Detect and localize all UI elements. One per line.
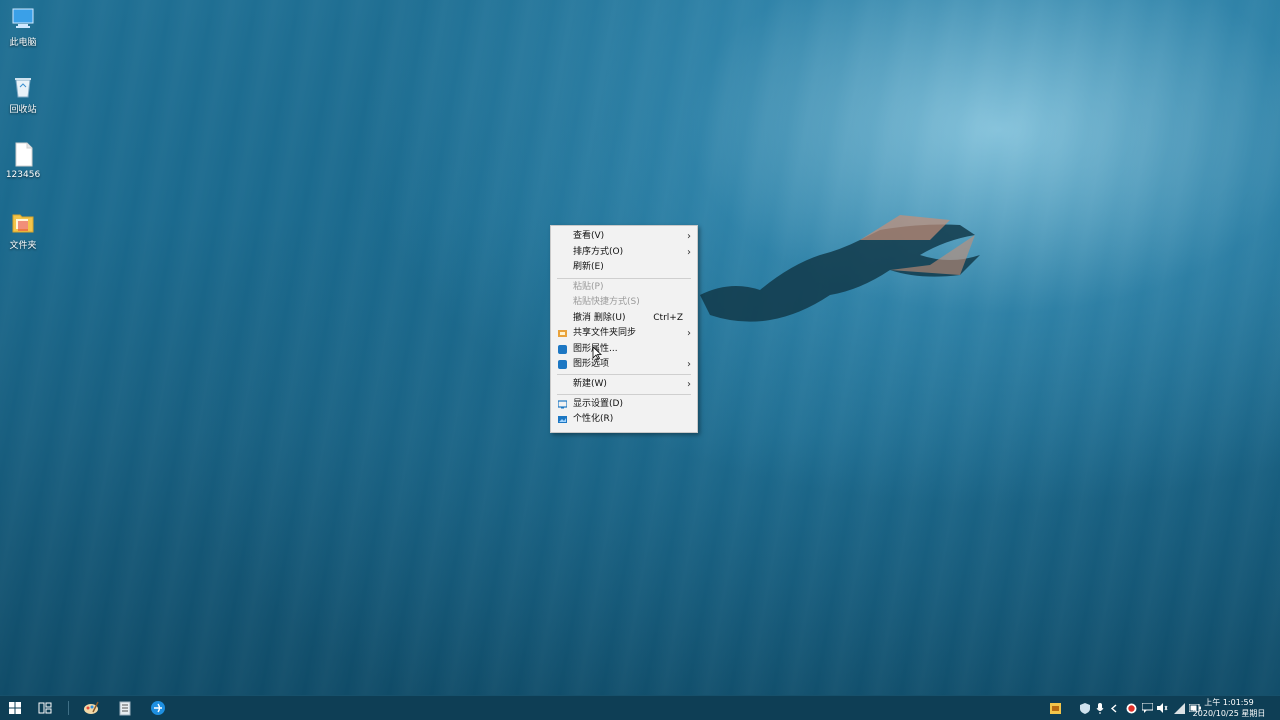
menu-item-label: 查看(V)	[573, 231, 605, 241]
tray-volume[interactable]	[1155, 696, 1169, 720]
network-icon	[1173, 702, 1185, 714]
task-view-button[interactable]	[30, 696, 60, 720]
tray-show-hidden[interactable]	[1107, 696, 1121, 720]
menu-item-label: 个性化(R)	[573, 414, 614, 424]
desktop-icon-document[interactable]: 123456	[4, 141, 42, 180]
document-icon	[10, 141, 36, 167]
chevron-right-icon: ›	[687, 231, 691, 242]
display-settings-icon	[558, 400, 567, 409]
menu-item-label: 图形选项	[573, 359, 610, 369]
computer-icon	[10, 6, 36, 32]
menu-item-label: 撤消 删除(U)	[573, 313, 626, 323]
start-button[interactable]	[0, 696, 30, 720]
volume-icon	[1156, 703, 1167, 713]
chevron-right-icon: ›	[687, 359, 691, 370]
menu-item-refresh[interactable]: 刷新(E)	[551, 260, 697, 275]
tray-ime[interactable]	[1048, 696, 1062, 720]
menu-item-paste-shortcut[interactable]: 粘贴快捷方式(S)	[551, 295, 697, 310]
chevron-right-icon: ›	[687, 379, 691, 390]
tray-network[interactable]	[1172, 696, 1186, 720]
chevron-right-icon: ›	[687, 247, 691, 258]
menu-item-label: 粘贴(P)	[573, 282, 604, 292]
desktop-context-menu: 查看(V) › 排序方式(O) › 刷新(E) 粘贴(P) 粘贴快捷方式(S) …	[550, 225, 698, 433]
menu-item-view[interactable]: 查看(V) ›	[551, 229, 697, 244]
desktop-icon-label: 文件夹	[9, 241, 37, 251]
menu-item-shortcut: Ctrl+Z	[653, 313, 683, 323]
taskbar-clock[interactable]: 上午 1:01:59 2020/10/25 星期日	[1192, 697, 1266, 719]
recycle-bin-icon	[10, 73, 36, 99]
graphics-options-icon	[558, 360, 567, 369]
clock-date: 2020/10/25 星期日	[1192, 709, 1266, 718]
desktop-icon-folder[interactable]: 文件夹	[4, 209, 42, 251]
desktop-icon-this-pc[interactable]: 此电脑	[4, 6, 42, 48]
ime-icon	[1049, 702, 1061, 714]
tray-security[interactable]	[1078, 696, 1092, 720]
desktop-icon-label: 此电脑	[9, 38, 37, 48]
security-icon	[1080, 702, 1090, 714]
menu-item-label: 排序方式(O)	[573, 247, 624, 257]
chat-icon	[1141, 703, 1153, 713]
clock-time: 上午 1:01:59	[1204, 698, 1254, 707]
chevron-right-icon: ›	[687, 328, 691, 339]
desktop-icon-recycle-bin[interactable]: 回收站	[4, 73, 42, 115]
menu-separator	[557, 394, 691, 395]
menu-item-label: 刷新(E)	[573, 262, 604, 272]
record-icon	[1126, 703, 1136, 713]
notepad-app-icon	[119, 701, 131, 715]
mouse-cursor-icon	[592, 346, 602, 360]
desktop-icon-label: 回收站	[9, 105, 37, 115]
tray-microphone[interactable]	[1093, 696, 1107, 720]
folder-icon	[10, 209, 36, 235]
menu-separator	[557, 278, 691, 279]
share-sync-icon	[558, 330, 567, 337]
wallpaper-swimmer	[700, 215, 980, 322]
menu-item-undo-delete[interactable]: 撤消 删除(U) Ctrl+Z	[551, 311, 697, 326]
menu-item-share-folder-sync[interactable]: 共享文件夹同步 ›	[551, 326, 697, 341]
task-view-icon	[38, 702, 52, 714]
menu-item-label: 粘贴快捷方式(S)	[573, 297, 640, 307]
menu-item-label: 显示设置(D)	[573, 399, 623, 409]
menu-separator	[557, 374, 691, 375]
menu-item-graphics-properties[interactable]: 图形属性...	[551, 342, 697, 357]
tray-record[interactable]	[1124, 696, 1138, 720]
taskbar-app-browser[interactable]	[143, 696, 173, 720]
desktop-icon-label: 123456	[5, 170, 41, 180]
start-icon	[9, 702, 21, 714]
menu-item-display-settings[interactable]: 显示设置(D)	[551, 397, 697, 412]
menu-item-label: 共享文件夹同步	[573, 328, 637, 338]
taskbar-app-notepad[interactable]	[110, 696, 140, 720]
browser-app-icon	[151, 701, 165, 715]
graphics-properties-icon	[558, 345, 567, 354]
microphone-icon	[1096, 702, 1104, 714]
paint-app-icon	[84, 701, 99, 714]
menu-item-new[interactable]: 新建(W) ›	[551, 377, 697, 392]
taskbar: 上午 1:01:59 2020/10/25 星期日	[0, 695, 1280, 720]
personalize-icon	[558, 416, 567, 423]
chevron-left-icon	[1110, 703, 1117, 713]
menu-item-paste[interactable]: 粘贴(P)	[551, 280, 697, 295]
menu-item-label: 新建(W)	[573, 379, 607, 389]
menu-item-personalize[interactable]: 个性化(R)	[551, 412, 697, 427]
taskbar-divider	[68, 701, 69, 715]
taskbar-app-paint[interactable]	[76, 696, 106, 720]
menu-item-graphics-options[interactable]: 图形选项 ›	[551, 357, 697, 372]
menu-item-sort-by[interactable]: 排序方式(O) ›	[551, 245, 697, 260]
tray-chat[interactable]	[1140, 696, 1154, 720]
